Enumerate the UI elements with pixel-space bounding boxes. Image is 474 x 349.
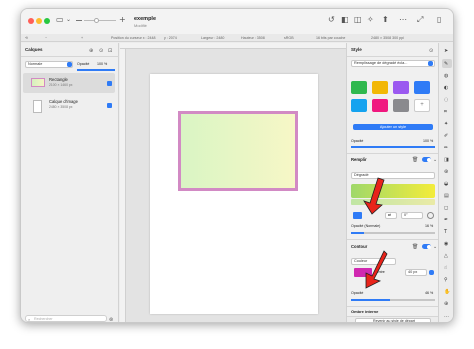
red-arrow-stroke-opacity	[365, 250, 388, 289]
annotation-overlay	[363, 177, 388, 289]
red-arrow-fill-opacity	[363, 177, 385, 215]
